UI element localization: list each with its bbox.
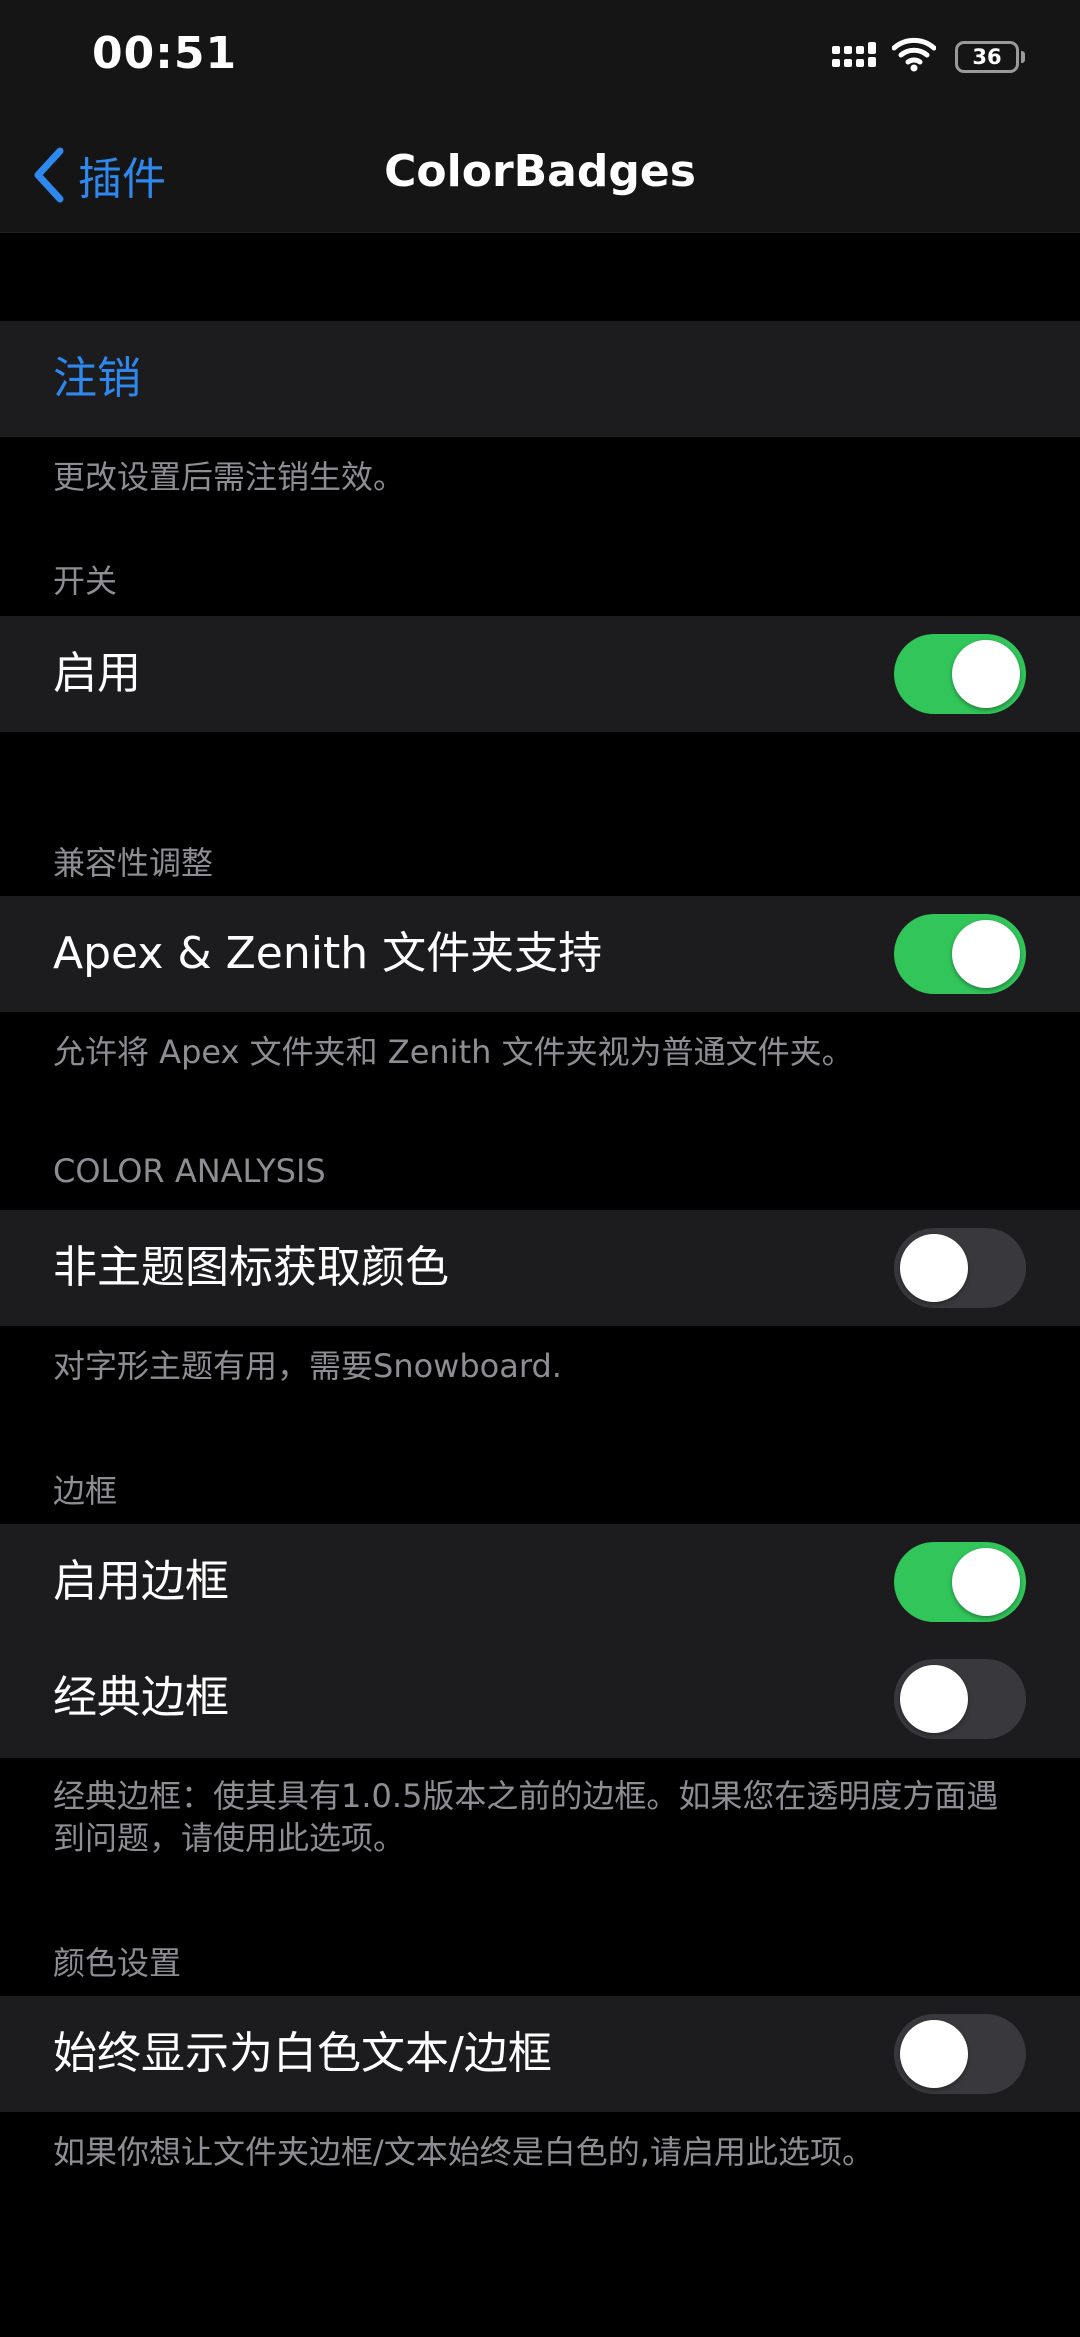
toggle-knob — [900, 1234, 968, 1302]
compat-section-header: 兼容性调整 — [53, 844, 214, 882]
compat-footer: 允许将 Apex 文件夹和 Zenith 文件夹视为普通文件夹。 — [53, 1033, 854, 1071]
navigation-bar: 插件 ColorBadges — [0, 120, 1080, 233]
toggle-knob — [952, 640, 1020, 708]
color-analysis-header: COLOR ANALYSIS — [53, 1152, 326, 1190]
border-footer: 经典边框：使其具有1.0.5版本之前的边框。如果您在透明度方面遇到问题，请使用此… — [53, 1777, 999, 1857]
respring-footer: 更改设置后需注销生效。 — [53, 458, 406, 496]
battery-cap — [1021, 51, 1025, 63]
toggle-knob — [900, 1665, 968, 1733]
enable-toggle[interactable] — [894, 634, 1026, 714]
white-text-toggle[interactable] — [894, 2014, 1026, 2094]
enable-label: 启用 — [53, 648, 141, 699]
toggle-knob — [952, 1548, 1020, 1616]
status-time: 00:51 — [92, 28, 238, 79]
respring-button[interactable]: 注销 — [0, 321, 1080, 437]
apex-zenith-row: Apex & Zenith 文件夹支持 — [0, 896, 1080, 1012]
non-theme-icon-row: 非主题图标获取颜色 — [0, 1210, 1080, 1326]
enable-border-label: 启用边框 — [53, 1556, 229, 1607]
classic-border-label: 经典边框 — [53, 1672, 229, 1723]
color-analysis-footer: 对字形主题有用，需要Snowboard. — [53, 1347, 562, 1385]
wifi-icon — [892, 37, 936, 72]
non-theme-icon-label: 非主题图标获取颜色 — [53, 1242, 449, 1293]
toggle-knob — [900, 2020, 968, 2088]
toggle-knob — [952, 920, 1020, 988]
switch-section-header: 开关 — [53, 562, 118, 600]
apex-zenith-label: Apex & Zenith 文件夹支持 — [53, 928, 603, 979]
enable-border-toggle[interactable] — [894, 1542, 1026, 1622]
non-theme-icon-toggle[interactable] — [894, 1228, 1026, 1308]
border-section-header: 边框 — [53, 1472, 118, 1510]
status-bar: 00:51 36 — [0, 0, 1080, 120]
apex-zenith-toggle[interactable] — [894, 914, 1026, 994]
classic-border-toggle[interactable] — [894, 1659, 1026, 1739]
enable-row: 启用 — [0, 616, 1080, 732]
white-text-row: 始终显示为白色文本/边框 — [0, 1996, 1080, 2112]
signal-icon — [832, 42, 876, 67]
white-text-label: 始终显示为白色文本/边框 — [53, 2028, 552, 2079]
color-footer: 如果你想让文件夹边框/文本始终是白色的,请启用此选项。 — [53, 2133, 874, 2171]
respring-label: 注销 — [53, 353, 141, 404]
color-section-header: 颜色设置 — [53, 1944, 182, 1982]
page-title: ColorBadges — [384, 146, 696, 197]
enable-border-row: 启用边框 — [0, 1524, 1080, 1640]
classic-border-row: 经典边框 — [0, 1640, 1080, 1758]
battery-icon: 36 — [955, 41, 1019, 73]
